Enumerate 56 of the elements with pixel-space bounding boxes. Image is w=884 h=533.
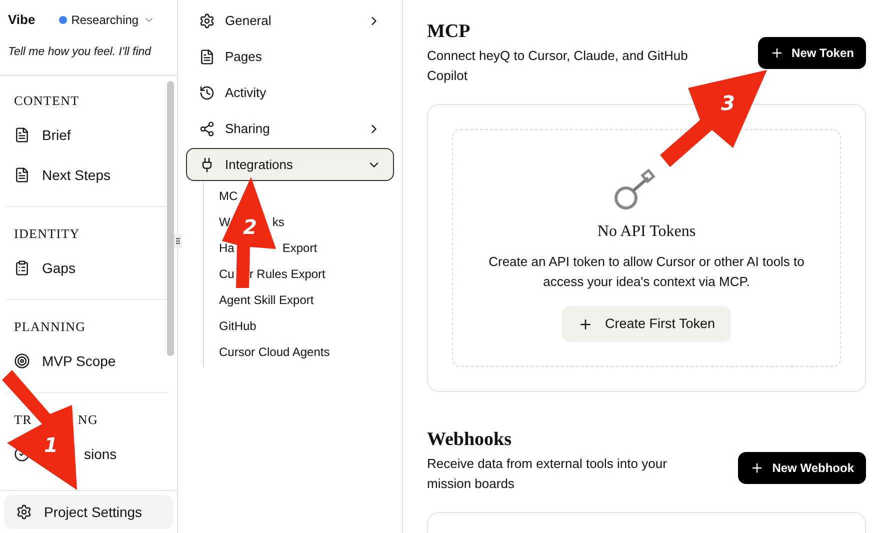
history-icon	[199, 84, 215, 100]
plus-icon	[750, 461, 764, 475]
status-dropdown[interactable]: Researching	[59, 10, 155, 29]
sidebar-item[interactable]: MVP Scope	[42, 350, 116, 372]
integration-link[interactable]: Export	[282, 239, 318, 257]
annotation-number: 3	[721, 91, 735, 115]
project-title: Vibe	[8, 11, 36, 29]
document-icon	[14, 127, 30, 143]
document-icon	[199, 48, 215, 64]
section-description: Receive data from external tools into your mission boards	[427, 455, 668, 493]
sidebar-item[interactable]: Next Steps	[42, 164, 110, 186]
grip-icon	[174, 237, 182, 245]
sidebar-item[interactable]: sions	[84, 444, 117, 464]
integration-link[interactable]: Cu	[219, 265, 234, 283]
target-icon	[14, 353, 30, 369]
annotation-number: 1	[44, 433, 58, 457]
plus-icon	[578, 316, 593, 332]
document-icon	[14, 167, 30, 183]
settings-nav-item[interactable]: Integrations	[186, 148, 394, 181]
settings-nav-item[interactable]: Sharing	[186, 112, 394, 145]
plus-icon	[770, 46, 784, 60]
project-settings-button[interactable]: Project Settings	[4, 495, 173, 529]
empty-state-title: No API Tokens	[597, 222, 696, 242]
integration-link[interactable]: Cursor Cloud Agents	[219, 343, 330, 361]
sidebar-item[interactable]: Gaps	[42, 258, 76, 278]
integration-link[interactable]: Ha	[219, 239, 234, 257]
settings-icon	[16, 504, 32, 520]
section-heading: TR	[14, 411, 32, 430]
scrollbar[interactable]	[167, 81, 174, 356]
section-heading: CONTENT	[14, 92, 80, 110]
integration-link[interactable]: MC	[219, 187, 238, 205]
section-description: Connect heyQ to Cursor, Claude, and GitHub Copilot	[427, 47, 689, 85]
integration-link[interactable]: Agent Skill Export	[219, 291, 314, 309]
section-heading: IDENTITY	[14, 225, 80, 244]
section-heading: PLANNING	[14, 318, 86, 336]
integration-link[interactable]: ks	[272, 213, 284, 231]
tagline: Tell me how you feel. I'll find	[8, 44, 152, 60]
integration-link[interactable]: GitHub	[219, 317, 256, 335]
integration-link[interactable]: W	[219, 213, 230, 231]
create-token-button[interactable]: Create First Token	[562, 306, 732, 342]
section-heading: NG	[78, 411, 98, 430]
integration-link[interactable]: r Rules Export	[249, 265, 326, 283]
clipboard-icon	[14, 260, 30, 276]
settings-icon	[199, 12, 215, 28]
new-button[interactable]: New Token	[758, 37, 866, 69]
empty-state-text: Create an API token to allow Cursor or other AI tools to access your idea's context via MCP.	[488, 253, 806, 291]
settings-nav-item[interactable]: General	[186, 4, 394, 37]
share-icon	[199, 120, 215, 136]
new-button[interactable]: New Webhook	[738, 452, 866, 484]
section-title: Webhooks	[427, 428, 512, 452]
settings-nav-item[interactable]: Activity	[186, 76, 394, 109]
annotation-number: 2	[243, 215, 257, 239]
section-title: MCP	[427, 20, 472, 44]
sidebar-item[interactable]: Brief	[42, 124, 71, 146]
settings-nav-item[interactable]: Pages	[186, 40, 394, 73]
resize-handle[interactable]	[174, 234, 182, 248]
